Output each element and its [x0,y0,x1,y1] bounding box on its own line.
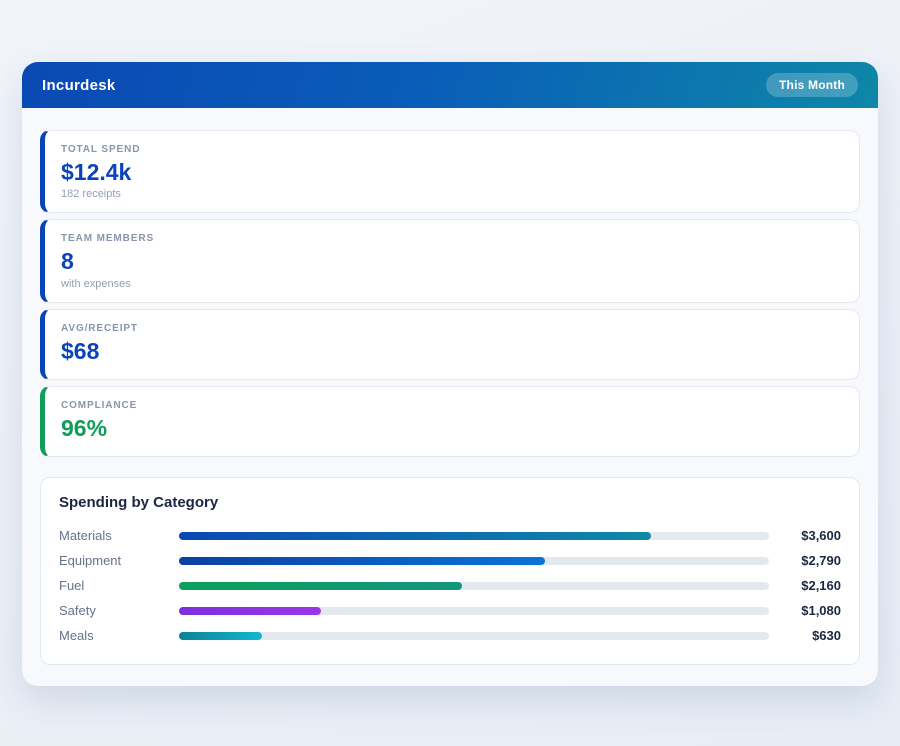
category-label: Meals [59,628,94,644]
category-label: Safety [59,603,96,619]
category-row: Equipment $2,790 [59,548,841,573]
stat-value: 8 [61,248,74,275]
category-bar-track [179,606,769,615]
category-value: $1,080 [801,603,841,619]
stat-label: TOTAL SPEND [61,144,141,155]
stat-card-compliance: COMPLIANCE 96% [40,385,860,458]
dashboard-panel: Incurdesk This Month TOTAL SPEND $12.4k … [22,62,878,686]
category-bar-track [179,556,769,565]
category-value: $630 [812,628,841,644]
spending-by-category-card: Spending by Category Materials $3,600 Equi… [40,477,860,666]
period-badge[interactable]: This Month [766,73,858,97]
category-row: Materials $3,600 [59,523,841,548]
stat-value: $12.4k [61,159,132,185]
stat-subtext: 182 receipts [61,188,121,201]
category-row: Safety $1,080 [59,598,841,623]
stat-value: $68 [61,337,100,364]
category-bar-list: Materials $3,600 Equipment $2,790 Fuel $2,160… [59,523,841,648]
stat-card-avg-receipt: AVG/RECEIPT $68 [40,308,860,380]
category-row: Fuel $2,160 [59,573,841,598]
category-bar-track [179,581,769,590]
category-bar-fill [179,606,321,615]
category-value: $2,160 [801,578,841,594]
stat-card-team-members: TEAM MEMBERS 8 with expenses [40,219,860,303]
stat-label: TEAM MEMBERS [61,233,155,245]
category-bar-fill [179,531,651,540]
stat-card-total-spend: TOTAL SPEND $12.4k 182 receipts [40,130,860,214]
category-label: Equipment [59,553,122,569]
category-bar-track [179,531,769,540]
category-label: Fuel [59,578,85,594]
dashboard-content: TOTAL SPEND $12.4k 182 receipts TEAM MEM… [22,108,878,666]
category-bar-fill [179,581,463,590]
category-bar-fill [179,556,545,565]
category-value: $3,600 [801,528,841,544]
app-header: Incurdesk This Month [22,62,878,108]
app-title: Incurdesk [42,76,116,94]
category-bar-fill [179,631,262,640]
category-value: $2,790 [801,553,841,569]
stat-label: AVG/RECEIPT [61,322,138,334]
spending-card-title: Spending by Category [59,494,219,512]
category-row: Meals $630 [59,623,841,648]
stat-value: 96% [61,414,108,441]
stat-label: COMPLIANCE [61,399,138,411]
category-bar-track [179,631,769,640]
stat-subtext: with expenses [61,277,131,290]
category-label: Materials [59,528,112,544]
